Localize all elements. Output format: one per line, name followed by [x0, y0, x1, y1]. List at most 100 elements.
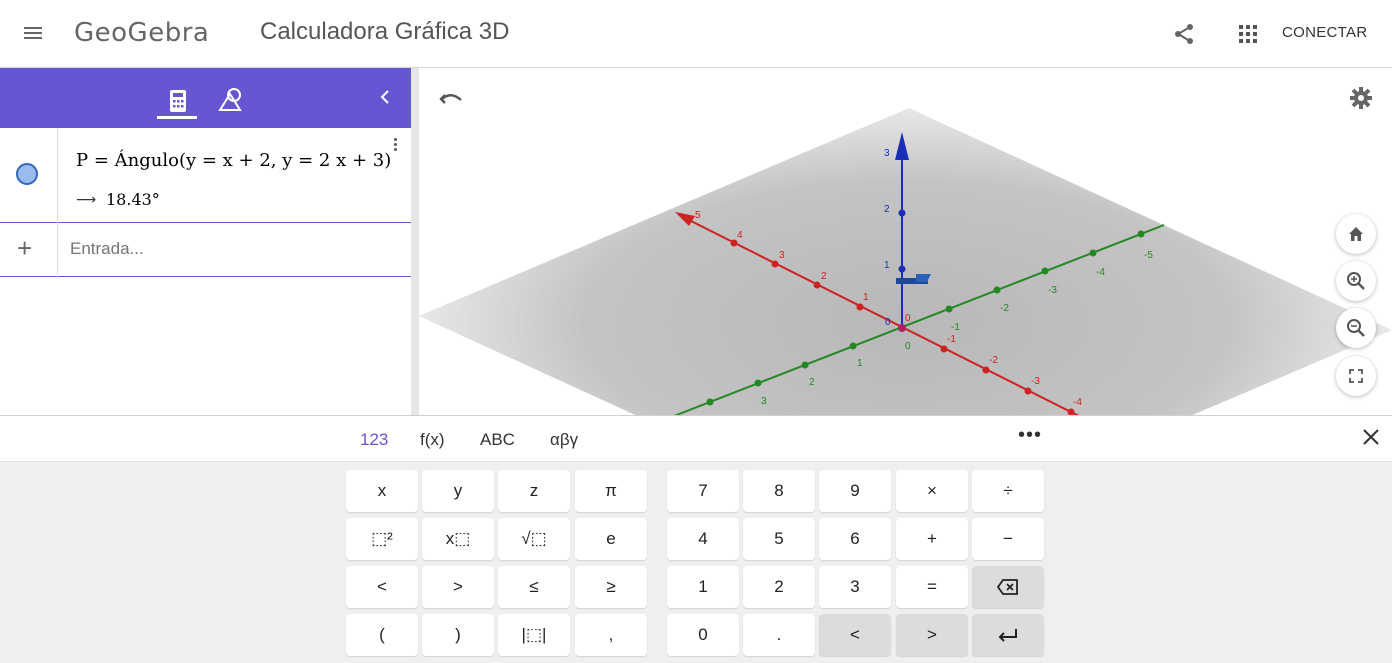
key-e[interactable]: e	[575, 518, 647, 560]
app-header: GeoGebra Calculadora Gráfica 3D CONECTAR	[0, 0, 1392, 68]
home-icon	[1349, 227, 1363, 241]
share-icon[interactable]	[1172, 22, 1196, 46]
gear-icon[interactable]	[1349, 86, 1373, 110]
backspace-button[interactable]	[972, 566, 1044, 608]
key-greater-equal[interactable]: ≥	[575, 566, 647, 608]
keyboard-tabs: 123 f(x) ABC αβγ •••	[0, 416, 1392, 462]
key-7[interactable]: 7	[667, 470, 739, 512]
key-square[interactable]: ⬚²	[346, 518, 418, 560]
expression-definition[interactable]: P = Ángulo(y = x + 2, y = 2 x + 3)	[76, 150, 391, 171]
green-axis-label: -5	[1144, 250, 1153, 261]
active-tab-indicator	[157, 116, 197, 119]
key-x[interactable]: x	[346, 470, 418, 512]
backspace-icon	[997, 579, 1018, 595]
green-axis-label: -1	[951, 322, 960, 333]
key-sqrt[interactable]: √⬚	[498, 518, 570, 560]
enter-button[interactable]	[972, 614, 1044, 656]
row-marker-column	[0, 128, 58, 223]
key-left-paren[interactable]: (	[346, 614, 418, 656]
key-cursor-right[interactable]: >	[896, 614, 968, 656]
3d-scene[interactable]: 5 4 3 2 1 0 -1 -2 -3 -4 -5 -4 -3 -2 -1 0…	[419, 68, 1392, 416]
key-plus[interactable]: +	[896, 518, 968, 560]
key-pi[interactable]: π	[575, 470, 647, 512]
more-vert-icon[interactable]	[390, 136, 400, 156]
key-dot[interactable]: .	[743, 614, 815, 656]
algebra-input[interactable]	[70, 239, 390, 259]
key-less-equal[interactable]: ≤	[498, 566, 570, 608]
key-8[interactable]: 8	[743, 470, 815, 512]
green-axis-label: 2	[809, 377, 815, 388]
blue-axis-label: 3	[884, 148, 890, 159]
undo-icon[interactable]	[439, 88, 465, 108]
virtual-keyboard: 123 f(x) ABC αβγ ••• x y z π 7 8 9 × ÷ ⬚…	[0, 415, 1392, 663]
red-axis-label: 5	[695, 210, 701, 221]
zoom-out-button[interactable]	[1336, 308, 1376, 348]
tab-123[interactable]: 123	[360, 430, 388, 450]
algebra-panel: P = Ángulo(y = x + 2, y = 2 x + 3) ⟶ 18.…	[0, 68, 411, 416]
key-abs[interactable]: |⬚|	[498, 614, 570, 656]
tab-functions[interactable]: f(x)	[420, 430, 445, 450]
connect-button[interactable]: CONECTAR	[1282, 24, 1367, 41]
green-axis-label: 0	[905, 341, 911, 352]
home-button[interactable]	[1336, 214, 1376, 254]
fullscreen-icon	[1349, 369, 1363, 383]
key-power[interactable]: x⬚	[422, 518, 494, 560]
app-title: Calculadora Gráfica 3D	[260, 18, 510, 45]
key-greater-than[interactable]: >	[422, 566, 494, 608]
key-divide[interactable]: ÷	[972, 470, 1044, 512]
key-cursor-left[interactable]: <	[819, 614, 891, 656]
input-row: +	[0, 223, 411, 277]
calculator-icon[interactable]	[160, 84, 196, 120]
red-axis-label: -1	[947, 334, 956, 345]
key-less-than[interactable]: <	[346, 566, 418, 608]
key-comma[interactable]: ,	[575, 614, 647, 656]
red-axis-label: 2	[821, 271, 827, 282]
key-6[interactable]: 6	[819, 518, 891, 560]
close-icon[interactable]	[1360, 426, 1382, 448]
blue-axis-label: 0	[885, 317, 891, 328]
key-y[interactable]: y	[422, 470, 494, 512]
zoom-in-icon	[1347, 272, 1365, 290]
menu-icon[interactable]	[24, 24, 46, 44]
tab-greek[interactable]: αβγ	[550, 430, 578, 450]
red-axis-label: -4	[1073, 397, 1082, 408]
algebra-row[interactable]: P = Ángulo(y = x + 2, y = 2 x + 3) ⟶ 18.…	[0, 128, 411, 223]
tab-abc[interactable]: ABC	[480, 430, 515, 450]
geogebra-app: GeoGebra Calculadora Gráfica 3D CONECTAR	[0, 0, 1392, 663]
expression-value: 18.43°	[106, 190, 160, 209]
green-axis-label: 1	[857, 358, 863, 369]
key-right-paren[interactable]: )	[422, 614, 494, 656]
red-axis-label: -2	[989, 355, 998, 366]
key-2[interactable]: 2	[743, 566, 815, 608]
key-times[interactable]: ×	[896, 470, 968, 512]
green-axis-label: -4	[1096, 267, 1105, 278]
key-1[interactable]: 1	[667, 566, 739, 608]
value-arrow-icon: ⟶	[76, 191, 97, 207]
zoom-in-button[interactable]	[1336, 261, 1376, 301]
key-z[interactable]: z	[498, 470, 570, 512]
key-equals[interactable]: =	[896, 566, 968, 608]
visibility-toggle[interactable]	[16, 163, 38, 185]
graphics-3d-view[interactable]: 5 4 3 2 1 0 -1 -2 -3 -4 -5 -4 -3 -2 -1 0…	[419, 68, 1392, 416]
tools-icon[interactable]	[216, 84, 246, 114]
key-5[interactable]: 5	[743, 518, 815, 560]
key-9[interactable]: 9	[819, 470, 891, 512]
chevron-left-icon[interactable]	[376, 86, 394, 108]
key-0[interactable]: 0	[667, 614, 739, 656]
key-minus[interactable]: −	[972, 518, 1044, 560]
red-axis-label: 0	[905, 313, 911, 324]
algebra-toolbar	[0, 68, 411, 128]
fullscreen-button[interactable]	[1336, 356, 1376, 396]
red-axis-label: 1	[863, 292, 869, 303]
panel-divider[interactable]	[411, 68, 419, 416]
origin-point	[898, 324, 906, 332]
plus-icon[interactable]: +	[17, 235, 32, 261]
green-axis-label: -2	[1000, 303, 1009, 314]
geogebra-logo: GeoGebra	[74, 18, 210, 48]
apps-grid-icon[interactable]	[1238, 24, 1258, 44]
key-3[interactable]: 3	[819, 566, 891, 608]
key-4[interactable]: 4	[667, 518, 739, 560]
zoom-out-icon	[1347, 319, 1365, 337]
green-axis-label: 3	[761, 396, 767, 407]
more-horiz-icon[interactable]: •••	[1018, 424, 1042, 447]
